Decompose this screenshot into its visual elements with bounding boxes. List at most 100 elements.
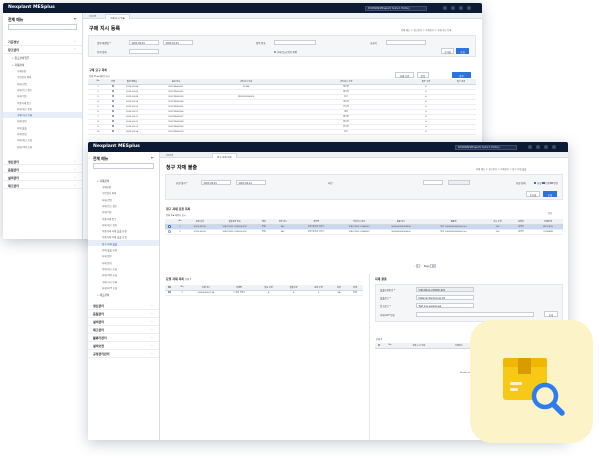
chevron-down-icon: ⌄ [73,159,76,163]
user-icon[interactable] [451,5,456,10]
checkbox[interactable] [111,94,115,98]
order-button[interactable]: 발주 [452,72,471,78]
cell: CONFIRM [532,229,563,235]
lot-search-button[interactable]: 조회 [544,311,558,317]
date-to-input[interactable]: 2023-09-01 [236,180,266,185]
page-size-select[interactable]: 10 [430,264,437,268]
page-title: 청구 자재 불출 [166,165,198,171]
approve-button[interactable]: 자재 승인 [395,72,414,78]
checkbox[interactable] [111,129,115,133]
field-label: 자재 LOT 번호 [380,314,395,317]
sidebar-section[interactable]: 재고관리 ⌄ [88,326,159,334]
sidebar-group[interactable]: • 자재관리 [88,177,159,184]
table-row[interactable]: 2 2023-09-05 VIRCON11-230905-001 진행 ALL 포장 재고… [165,229,563,235]
row-radio[interactable] [165,229,174,235]
reset-button[interactable]: 초기화 [441,48,454,54]
cell: VIRCON11-230905-001 [213,229,257,235]
checkbox[interactable] [274,50,277,53]
row-check[interactable] [165,290,175,296]
chevron-down-icon: ⌄ [150,311,153,315]
item-no-input[interactable] [274,40,316,45]
sidebar-section[interactable]: 품질관리 ⌄ [3,165,82,174]
radio[interactable] [168,225,171,228]
col-check[interactable] [375,343,383,349]
checkbox[interactable] [377,343,381,346]
collapse-icon[interactable]: ⇤ [151,156,154,160]
sidebar-section[interactable]: 재고관리 ⌄ [3,181,82,190]
date-to-input[interactable]: 2023-10-01 [163,40,193,45]
settings-icon[interactable] [544,144,549,149]
purchase-request-table: No 선택 발행 예정일 품목 번호 구매 요구 번호 구매 요구 수량 발주 … [88,79,476,135]
col-no: No [383,343,397,349]
collapse-icon[interactable]: ⇤ [74,17,77,21]
col-lot[interactable]: 자재 LOT 번호 [397,343,441,349]
cell: 4 [256,290,282,296]
checkbox[interactable] [168,285,171,288]
factory-select[interactable]: IUVCMAN/1Mnsport/ home 1 Factory [365,5,427,11]
logout-icon[interactable] [552,144,557,149]
checkbox[interactable] [111,109,115,113]
factory-select[interactable]: IUVCMAN/1Mnsport/ home 1 Factory [455,144,517,150]
date-from-input[interactable]: 2023-09-01 [201,180,231,185]
settings-icon[interactable] [459,5,464,10]
checkbox[interactable] [111,89,115,93]
search-button[interactable]: 조회 [543,191,557,197]
sidebar-search[interactable] [8,24,77,30]
cell: 보조 1000000000S4-6 Ver [421,229,486,235]
filter-panel: 발행 예정일 * 2023-09-01 2023-10-01 품목 번호 공급처… [88,35,476,57]
exclude-checkbox[interactable]: 자재 등급 완료 제외 [274,50,297,54]
checkbox[interactable] [111,124,115,128]
row-check[interactable] [108,129,118,135]
sidebar-section[interactable]: 기준정보 ⌄ [3,38,82,46]
checkbox[interactable] [111,104,115,108]
bell-icon[interactable] [443,5,448,10]
checkbox[interactable] [111,119,115,123]
sidebar-group[interactable]: • 창고관리업무 [3,54,82,61]
sidebar-section[interactable]: 공정관리관리 ⌄ [88,350,159,358]
sidebar-section[interactable]: 설비관리 ⌄ [88,318,159,326]
sidebar-section[interactable]: 품질관리 ⌄ [88,310,159,318]
page-number[interactable]: 1 [415,264,420,268]
checkbox[interactable] [168,290,171,294]
checkbox[interactable] [111,84,115,88]
sidebar-section[interactable]: 창고관리 ⌃ [3,46,82,54]
next-page-icon[interactable]: › [421,265,422,268]
issue-warehouse-select[interactable]: Material Warehouse #1 [416,295,474,300]
app-icon-tile [470,320,593,443]
breadcrumb: 전체 메뉴 > 창고관리 > 자재관리 > 구매 지시 등록 [401,29,452,32]
lot-no-input[interactable] [416,312,534,317]
radio[interactable] [168,230,171,233]
checkbox[interactable] [111,114,115,118]
receive-warehouse-select[interactable]: Test line warehouse [416,303,474,308]
sidebar-section[interactable]: 물류가관리 ⌄ [88,334,159,342]
supplier-input[interactable] [386,40,426,45]
table-row[interactable]: 10 2023-09-14 DLVCNS02010 김고 6 [88,129,476,135]
checkbox-request[interactable] [534,181,537,184]
user-icon[interactable] [536,144,541,149]
sidebar-section[interactable]: 설비관리 ⌄ [3,173,82,182]
sidebar-search[interactable] [93,163,154,169]
page-title: 구매 지시 등록 [89,26,121,32]
request-list-count: 전체 2 ▪ 페이지 표시 [166,214,186,217]
cell: 김고 [286,129,406,135]
sidebar-item[interactable]: 자재 이력 조회 [3,143,82,149]
return-button[interactable]: 반납 [417,72,429,78]
close-action[interactable]: 종료 [548,211,552,215]
date-from-input[interactable]: 2023-09-01 [129,40,159,45]
sidebar-group[interactable]: • 자재관리 [3,61,82,68]
table-row[interactable]: 1 S00000000-1S4 ㅇ 포장 카톤1 4 4 0 EA 진행 [165,290,363,296]
search-button[interactable]: 조회 [456,48,469,54]
bell-icon[interactable] [528,144,533,149]
cell: 진행 [347,290,363,296]
checkbox-complete[interactable] [550,181,553,184]
item-no-label: 품목 번호 [256,42,266,45]
sidebar-section[interactable]: 설비보전 ⌄ [88,342,159,350]
sidebar-section[interactable]: 생산관리 ⌄ [3,157,82,166]
sidebar-section[interactable]: 생산관리 ⌄ [88,302,159,310]
checkbox[interactable] [111,99,115,103]
line-input[interactable] [423,180,443,185]
reset-button[interactable]: 초기화 [526,191,540,197]
status-select[interactable] [129,49,159,54]
logout-icon[interactable] [467,5,472,10]
sidebar-group[interactable]: • 재고관리 [88,291,159,298]
